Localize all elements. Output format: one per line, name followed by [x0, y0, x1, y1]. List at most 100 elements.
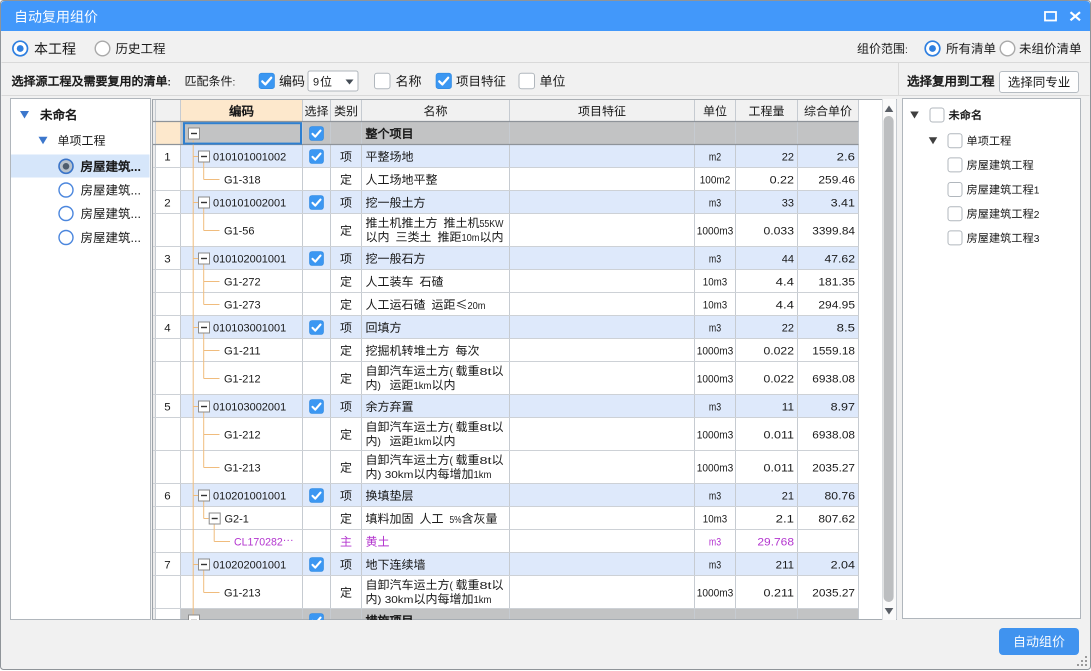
svg-text:m3: m3	[709, 401, 721, 413]
svg-text:22: 22	[782, 151, 794, 163]
svg-text:G1-318: G1-318	[224, 174, 261, 186]
svg-text:8t: 8t	[480, 423, 492, 434]
svg-text:...: ...	[131, 160, 141, 174]
svg-text:010102001001: 010102001001	[213, 253, 286, 265]
svg-text:) 30km: ) 30km	[378, 470, 414, 481]
svg-text:G1-212: G1-212	[224, 373, 261, 385]
svg-text:29.768: 29.768	[757, 536, 794, 548]
svg-text:2.1: 2.1	[776, 513, 794, 525]
svg-text:10m3: 10m3	[703, 513, 727, 525]
svg-text:010202001001: 010202001001	[213, 559, 286, 571]
svg-text:20m: 20m	[468, 301, 486, 312]
svg-text:10m3: 10m3	[703, 276, 727, 288]
svg-text:5%: 5%	[450, 515, 462, 526]
svg-text:G1-212: G1-212	[224, 429, 261, 441]
svg-text::: :	[905, 45, 908, 56]
svg-text:47.62: 47.62	[825, 253, 856, 265]
svg-text:...: ...	[131, 231, 141, 245]
svg-text:22: 22	[782, 322, 794, 334]
svg-text:m3: m3	[709, 253, 721, 265]
svg-text:CL170282: CL170282	[234, 536, 283, 548]
svg-text:0.022: 0.022	[764, 345, 795, 357]
svg-text:10m3: 10m3	[703, 299, 727, 311]
svg-text:2: 2	[164, 198, 170, 210]
svg-text:...: ...	[131, 184, 141, 198]
svg-text:010103002001: 010103002001	[213, 401, 286, 413]
svg-text:7: 7	[164, 560, 170, 572]
svg-text:G1-213: G1-213	[224, 587, 261, 599]
svg-text:): )	[378, 381, 381, 392]
svg-text:55KW: 55KW	[480, 219, 504, 230]
svg-text:11: 11	[782, 401, 794, 413]
svg-text:211: 211	[776, 559, 794, 571]
svg-text:1000m3: 1000m3	[697, 587, 734, 599]
svg-text:1000m3: 1000m3	[697, 429, 734, 441]
svg-text:m3: m3	[709, 559, 721, 571]
svg-text:4.4: 4.4	[776, 276, 794, 288]
svg-text:G1-211: G1-211	[224, 345, 261, 357]
svg-text:010103001001: 010103001001	[213, 322, 286, 334]
svg-text:0.011: 0.011	[764, 429, 795, 441]
svg-text:5: 5	[164, 402, 170, 414]
svg-text:G1-213: G1-213	[224, 462, 261, 474]
svg-text:m3: m3	[709, 536, 721, 548]
svg-text:2035.27: 2035.27	[812, 462, 855, 474]
svg-text::: :	[168, 77, 171, 88]
svg-text:3: 3	[1034, 234, 1040, 245]
svg-text:1km: 1km	[414, 381, 432, 392]
svg-text:6938.08: 6938.08	[812, 429, 855, 441]
svg-text:m3: m3	[709, 490, 721, 502]
svg-text:3.41: 3.41	[831, 197, 855, 209]
svg-text:) 30km: ) 30km	[378, 595, 414, 606]
svg-text:010201001001: 010201001001	[213, 490, 286, 502]
svg-text:8t: 8t	[480, 456, 492, 467]
svg-text:m2: m2	[709, 151, 721, 163]
svg-text:181.35: 181.35	[818, 276, 855, 288]
svg-text:259.46: 259.46	[818, 174, 855, 186]
svg-text:2.04: 2.04	[831, 559, 855, 571]
svg-text:1km: 1km	[414, 437, 432, 448]
svg-text:G1-56: G1-56	[224, 225, 255, 237]
svg-text:1000m3: 1000m3	[697, 373, 734, 385]
svg-text:6938.08: 6938.08	[812, 373, 855, 385]
svg-text:0.211: 0.211	[764, 587, 795, 599]
svg-text:21: 21	[782, 490, 794, 502]
svg-text:1559.18: 1559.18	[812, 345, 855, 357]
svg-text:1000m3: 1000m3	[697, 462, 734, 474]
svg-text:): )	[378, 437, 381, 448]
svg-text:8.5: 8.5	[837, 322, 855, 334]
svg-text:9: 9	[313, 76, 319, 88]
svg-text:1: 1	[164, 152, 170, 164]
svg-text:8.97: 8.97	[831, 401, 855, 413]
svg-text:4.4: 4.4	[776, 299, 794, 311]
svg-text:2: 2	[1034, 210, 1040, 221]
svg-text:2.6: 2.6	[837, 151, 855, 163]
svg-text:0.022: 0.022	[764, 373, 795, 385]
svg-text:8t: 8t	[480, 581, 492, 592]
svg-text:44: 44	[782, 253, 794, 265]
svg-text:m3: m3	[709, 197, 721, 209]
svg-text:10m: 10m	[462, 233, 480, 244]
svg-text:1: 1	[1034, 186, 1040, 197]
svg-text:33: 33	[782, 197, 794, 209]
svg-text:0.22: 0.22	[770, 174, 794, 186]
svg-text:010101002001: 010101002001	[213, 197, 286, 209]
svg-text:G2-1: G2-1	[225, 513, 249, 525]
svg-text:010101001002: 010101001002	[213, 151, 286, 163]
svg-text:1km: 1km	[474, 595, 492, 606]
svg-text:1km: 1km	[474, 470, 492, 481]
svg-text:2035.27: 2035.27	[812, 587, 855, 599]
svg-text:0.011: 0.011	[764, 462, 795, 474]
svg-text:m3: m3	[709, 322, 721, 334]
svg-text:1000m3: 1000m3	[697, 225, 734, 237]
svg-text:294.95: 294.95	[818, 299, 855, 311]
svg-text:0.033: 0.033	[764, 225, 795, 237]
svg-text:···: ···	[283, 535, 294, 547]
svg-text:3: 3	[164, 254, 170, 266]
svg-text:...: ...	[131, 207, 141, 221]
svg-text:6: 6	[164, 491, 170, 503]
svg-text:4: 4	[164, 323, 170, 335]
svg-text:G1-273: G1-273	[224, 299, 261, 311]
svg-text:1000m3: 1000m3	[697, 345, 734, 357]
svg-text:G1-272: G1-272	[224, 276, 261, 288]
